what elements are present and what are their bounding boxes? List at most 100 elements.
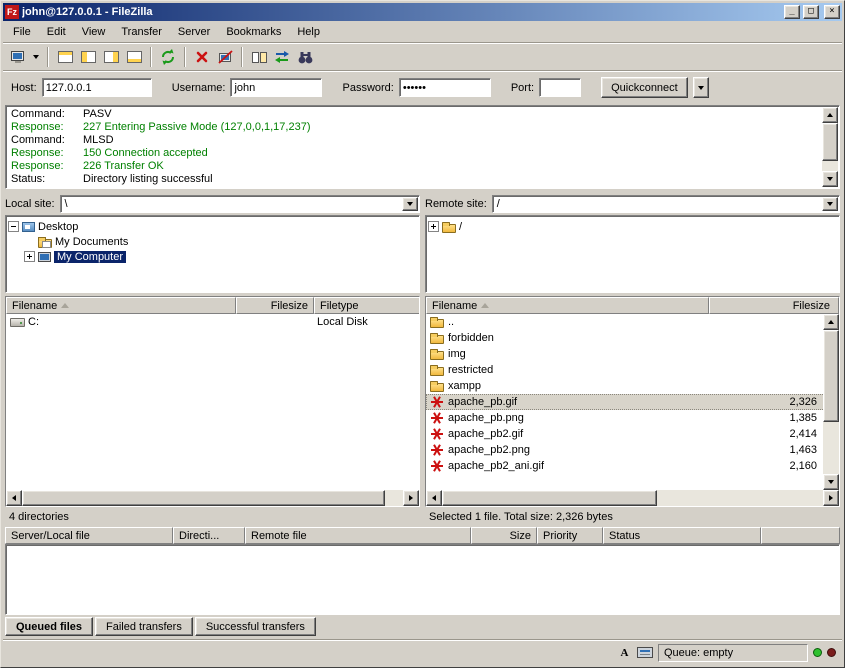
menu-edit[interactable]: Edit [39, 23, 74, 41]
site-manager-dropdown-icon[interactable] [30, 46, 42, 68]
tree-item-label: My Documents [55, 236, 128, 248]
file-row[interactable]: .. [426, 314, 839, 330]
file-row-selected[interactable]: apache_pb.gif2,326 [426, 394, 839, 410]
queue-list-body[interactable] [5, 544, 840, 615]
local-site-combo[interactable]: \ [60, 195, 420, 213]
menu-bookmarks[interactable]: Bookmarks [218, 23, 289, 41]
column-header-remote-file[interactable]: Remote file [245, 527, 471, 544]
scroll-down-icon[interactable] [822, 171, 838, 187]
tab-successful-transfers[interactable]: Successful transfers [195, 617, 316, 636]
menu-view[interactable]: View [74, 23, 114, 41]
broken-image-icon [431, 433, 443, 435]
scroll-left-icon[interactable] [426, 490, 442, 506]
remote-site-combo[interactable]: / [492, 195, 840, 213]
file-row[interactable]: forbidden [426, 330, 839, 346]
refresh-icon[interactable] [157, 46, 179, 68]
local-list-body[interactable]: C: Local Disk [6, 314, 419, 490]
cancel-transfer-icon[interactable] [191, 46, 213, 68]
file-row[interactable]: xampp [426, 378, 839, 394]
disconnect-icon[interactable] [214, 46, 236, 68]
file-name: apache_pb2.gif [448, 428, 523, 440]
column-header-priority[interactable]: Priority [537, 527, 603, 544]
quickconnect-dropdown-icon[interactable] [693, 77, 709, 98]
scrollbar-thumb[interactable] [442, 490, 657, 506]
password-input[interactable] [399, 78, 491, 97]
collapse-icon[interactable] [8, 221, 19, 232]
title-bar[interactable]: Fz john@127.0.0.1 - FileZilla _ □ × [3, 3, 842, 21]
expand-icon[interactable] [24, 251, 35, 262]
tree-item-root[interactable]: / [428, 219, 837, 234]
tree-item-my-computer[interactable]: My Computer [24, 249, 417, 264]
message-log[interactable]: Command:PASV Response:227 Entering Passi… [5, 105, 840, 189]
tab-failed-transfers[interactable]: Failed transfers [95, 617, 193, 636]
sort-ascending-icon [61, 303, 69, 308]
remote-horizontal-scrollbar[interactable] [426, 490, 839, 506]
expand-icon[interactable] [428, 221, 439, 232]
column-header-filetype[interactable]: Filetype [314, 297, 420, 314]
toggle-message-log-icon[interactable] [54, 46, 76, 68]
column-header-filesize[interactable]: Filesize [709, 297, 839, 314]
remote-vertical-scrollbar[interactable] [823, 314, 839, 490]
username-input[interactable] [230, 78, 322, 97]
column-header-filesize[interactable]: Filesize [236, 297, 314, 314]
scroll-up-icon[interactable] [822, 107, 838, 123]
column-header-filename[interactable]: Filename [6, 297, 236, 314]
log-line: Response:227 Entering Passive Mode (127,… [11, 121, 819, 134]
local-tree[interactable]: Desktop My Documents My Computer [5, 215, 420, 293]
scrollbar-thumb[interactable] [822, 123, 838, 161]
local-horizontal-scrollbar[interactable] [6, 490, 419, 506]
log-scrollbar[interactable] [822, 107, 838, 187]
folder-icon [430, 351, 444, 360]
synchronized-browsing-icon[interactable] [271, 46, 293, 68]
site-manager-icon[interactable] [7, 46, 29, 68]
local-site-row: Local site: \ [5, 193, 420, 215]
file-row-c-drive[interactable]: C: Local Disk [6, 314, 419, 330]
file-row[interactable]: apache_pb2.gif2,414 [426, 426, 839, 442]
remote-tree[interactable]: / [425, 215, 840, 293]
toggle-local-tree-icon[interactable] [77, 46, 99, 68]
scroll-down-icon[interactable] [823, 474, 839, 490]
file-row[interactable]: apache_pb2_ani.gif2,160 [426, 458, 839, 474]
combo-dropdown-icon[interactable] [402, 197, 418, 211]
file-row[interactable]: restricted [426, 362, 839, 378]
scroll-left-icon[interactable] [6, 490, 22, 506]
minimize-button[interactable]: _ [784, 5, 800, 19]
directory-comparison-icon[interactable] [248, 46, 270, 68]
toggle-remote-tree-icon[interactable] [100, 46, 122, 68]
menu-transfer[interactable]: Transfer [113, 23, 170, 41]
toolbar-separator [184, 47, 186, 67]
port-input[interactable] [539, 78, 581, 97]
transfer-queue: Server/Local file Directi... Remote file… [3, 527, 842, 637]
quickconnect-bar: Host: Username: Password: Port: Quickcon… [3, 72, 842, 103]
tree-item-desktop[interactable]: Desktop [8, 219, 417, 234]
tree-item-my-documents[interactable]: My Documents [38, 234, 417, 249]
remote-list-body[interactable]: .. forbidden img restricted xampp apache… [426, 314, 839, 490]
toggle-queue-icon[interactable] [123, 46, 145, 68]
tab-queued-files[interactable]: Queued files [5, 617, 93, 636]
scroll-right-icon[interactable] [403, 490, 419, 506]
quickconnect-button[interactable]: Quickconnect [601, 77, 688, 98]
column-header-filename[interactable]: Filename [426, 297, 709, 314]
file-row[interactable]: apache_pb2.png1,463 [426, 442, 839, 458]
column-header-direction[interactable]: Directi... [173, 527, 245, 544]
file-row[interactable]: img [426, 346, 839, 362]
local-status-text: 4 directories [5, 507, 420, 525]
scroll-up-icon[interactable] [823, 314, 839, 330]
my-documents-icon [38, 239, 52, 248]
maximize-button[interactable]: □ [803, 5, 819, 19]
close-button[interactable]: × [824, 5, 840, 19]
scroll-right-icon[interactable] [823, 490, 839, 506]
combo-dropdown-icon[interactable] [822, 197, 838, 211]
scrollbar-thumb[interactable] [22, 490, 385, 506]
menu-server[interactable]: Server [170, 23, 218, 41]
scrollbar-thumb[interactable] [823, 330, 839, 422]
column-header-size[interactable]: Size [471, 527, 537, 544]
transfer-type-indicator[interactable]: A [617, 645, 632, 660]
column-header-server-local-file[interactable]: Server/Local file [5, 527, 173, 544]
column-header-status[interactable]: Status [603, 527, 761, 544]
find-files-icon[interactable] [294, 46, 316, 68]
file-row[interactable]: apache_pb.png1,385 [426, 410, 839, 426]
menu-file[interactable]: File [5, 23, 39, 41]
host-input[interactable] [42, 78, 152, 97]
menu-help[interactable]: Help [289, 23, 328, 41]
